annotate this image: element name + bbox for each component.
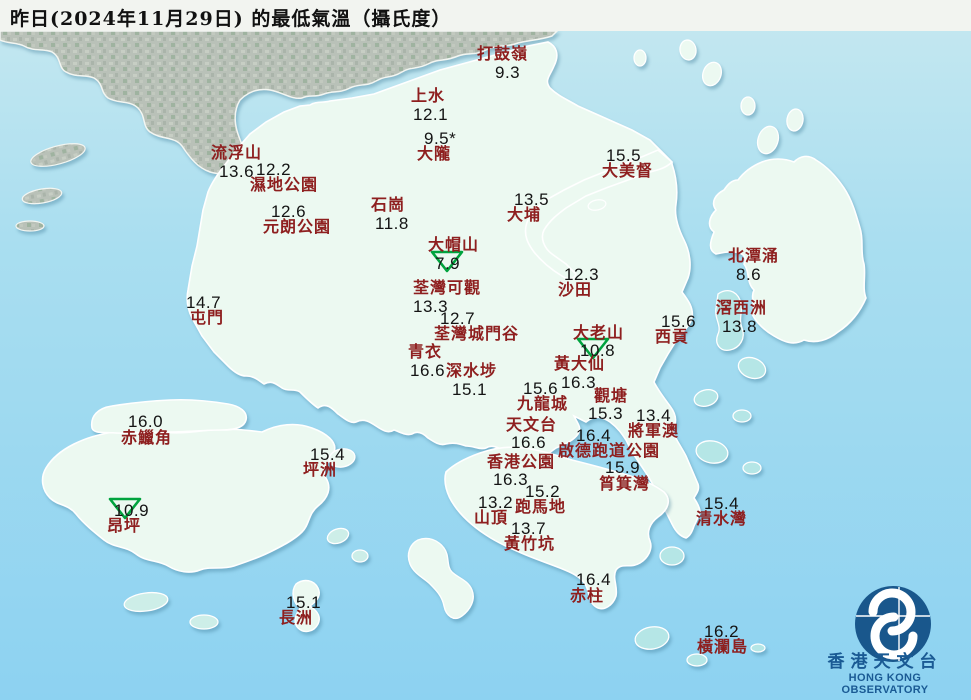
page-title: 昨日(2024年11月29日) 的最低氣溫（攝氏度） <box>10 8 452 30</box>
station-name-label: 香港公園 <box>487 452 556 471</box>
station-name-label: 荃灣城門谷 <box>434 324 520 343</box>
station-name-label: 跑馬地 <box>515 497 567 516</box>
station-name-label: 屯門 <box>190 308 225 327</box>
station-value-label: 13.4 <box>636 406 672 425</box>
station-value-label: 13.2 <box>478 493 514 512</box>
station-name-label: 大老山 <box>573 323 625 342</box>
station-name-label: 赤柱 <box>570 586 605 605</box>
station-value-label: 15.1 <box>452 380 488 399</box>
station-name-label: 深水埗 <box>446 361 498 380</box>
station-value-label: 12.1 <box>413 105 449 124</box>
station-name-label: 北潭涌 <box>728 246 780 265</box>
hko-logo: 香港天文台 HONG KONG OBSERVATORY <box>805 645 965 696</box>
station-value-label: 13.6 <box>219 162 255 181</box>
weather-map-screen: 昨日(2024年11月29日) 的最低氣溫（攝氏度） 打鼓嶺 9.3 上水 12.1 大… <box>0 0 971 700</box>
station-value-label: 9.5* <box>424 129 457 148</box>
station-name-label: 山頂 <box>474 508 509 527</box>
hko-logo-name-en: HONG KONG OBSERVATORY <box>841 672 929 696</box>
station-value-label: 13.8 <box>722 317 758 336</box>
station-name-label: 石崗 <box>371 195 406 214</box>
station-name-label: 觀塘 <box>594 386 629 405</box>
station-value-label: 10.8 <box>580 341 616 360</box>
station-name-label: 元朗公園 <box>263 217 332 236</box>
station-name-label: 濕地公園 <box>250 175 319 194</box>
station-name-label: 黃竹坑 <box>504 534 556 553</box>
station-name-label: 荃灣可觀 <box>413 278 482 297</box>
station-value-label: 12.2 <box>256 160 292 179</box>
station-value-label: 15.6 <box>523 379 559 398</box>
station-value-label: 16.4 <box>576 426 612 445</box>
station-value-label: 11.8 <box>375 214 409 233</box>
station-name-label: 橫瀾島 <box>697 637 749 656</box>
station-value-label: 15.4 <box>310 445 346 464</box>
station-name-label: 長洲 <box>279 608 314 627</box>
station-value-label: 15.4 <box>704 494 740 513</box>
stations-layer: 打鼓嶺 9.3 上水 12.1 大隴 9.5* 流浮山 13.6 濕地公園 12.2 大美督 15.5… <box>0 0 971 700</box>
station-name-label: 赤鱲角 <box>121 428 173 447</box>
station-name-label: 啟德跑道公園 <box>558 441 661 460</box>
station-value-label: 15.1 <box>286 593 322 612</box>
station-name-label: 九龍城 <box>517 394 569 413</box>
station-value-label: 13.5 <box>514 190 550 209</box>
station-name-label: 青衣 <box>408 342 443 361</box>
station-name-label: 打鼓嶺 <box>477 44 529 63</box>
station-name-label: 流浮山 <box>211 143 263 162</box>
station-value-label: 16.3 <box>493 470 529 489</box>
station-value-label: 15.5 <box>606 146 642 165</box>
station-value-label: 12.3 <box>564 265 600 284</box>
station-value-label: 15.9 <box>605 458 641 477</box>
station-value-label: 12.6 <box>271 202 307 221</box>
station-value-label: 15.6 <box>661 312 697 331</box>
station-name-label: 西貢 <box>655 327 690 346</box>
station-name-label: 坪洲 <box>303 460 338 479</box>
station-value-label: 16.0 <box>128 412 164 431</box>
station-value-label: 16.4 <box>576 570 612 589</box>
station-name-label: 大美督 <box>602 161 654 180</box>
station-name-label: 大隴 <box>417 144 452 163</box>
station-name-label: 上水 <box>411 86 446 105</box>
station-value-label: 16.6 <box>410 361 446 380</box>
station-value-label: 16.2 <box>704 622 740 641</box>
station-value-label: 15.3 <box>588 404 624 423</box>
station-name-label: 將軍澳 <box>628 421 680 440</box>
station-name-label: 昂坪 <box>107 516 142 535</box>
station-value-label: 8.6 <box>736 265 762 284</box>
hko-logo-name-cn: 香港天文台 <box>827 652 943 672</box>
station-name-label: 沙田 <box>558 280 593 299</box>
station-value-label: 7.9 <box>435 254 461 273</box>
station-value-label: 13.7 <box>511 519 547 538</box>
station-value-label: 12.7 <box>440 309 476 328</box>
station-value-label: 15.2 <box>525 482 561 501</box>
station-value-label: 9.3 <box>495 63 521 82</box>
station-name-label: 大帽山 <box>428 235 480 254</box>
station-value-label: 16.6 <box>511 433 547 452</box>
station-name-label: 大埔 <box>507 205 542 224</box>
station-value-label: 16.3 <box>561 373 597 392</box>
station-name-label: 滘西洲 <box>716 298 768 317</box>
station-value-label: 14.7 <box>186 293 222 312</box>
station-name-label: 天文台 <box>506 415 558 434</box>
station-name-label: 筲箕灣 <box>599 474 651 493</box>
station-name-label: 清水灣 <box>696 509 748 528</box>
station-value-label: 10.9 <box>114 501 150 520</box>
